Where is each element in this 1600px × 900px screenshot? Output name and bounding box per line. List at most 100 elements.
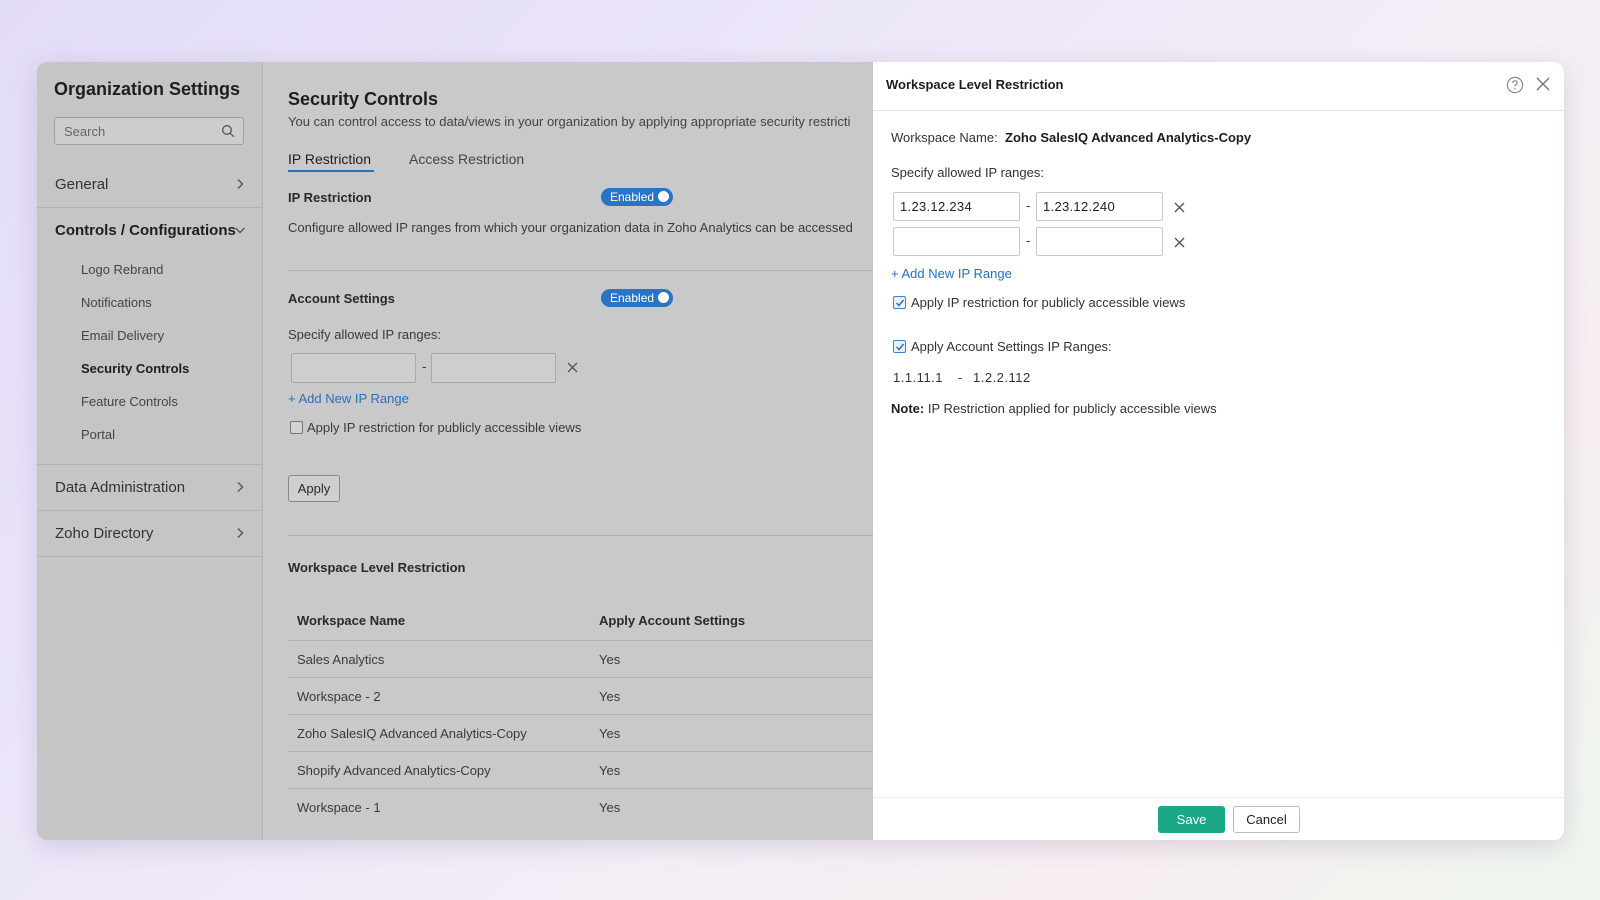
remove-range-icon[interactable]	[567, 362, 578, 373]
sidebar-section-label: Data Administration	[55, 479, 186, 496]
account-range-to: 1.2.2.112	[973, 370, 1031, 385]
ip-range-separator: -	[1026, 233, 1031, 248]
apply-account-settings-cell: Yes	[599, 800, 621, 815]
account-range-from: 1.1.11.1	[893, 370, 944, 385]
ip-range-from-input[interactable]	[893, 227, 1020, 256]
ip-ranges-label: Specify allowed IP ranges:	[288, 327, 441, 342]
apply-account-settings-cell: Yes	[599, 763, 621, 778]
account-settings-label: Account Settings	[288, 291, 395, 306]
toggle-label: Enabled	[610, 291, 655, 305]
sidebar-item-portal[interactable]: Portal	[81, 427, 115, 442]
sidebar-section-label: General	[55, 176, 109, 193]
apply-account-settings-cell: Yes	[599, 652, 621, 667]
ip-range-to-input[interactable]	[1036, 227, 1163, 256]
note: Note: IP Restriction applied for publicl…	[891, 401, 1217, 416]
ip-range-from-input[interactable]	[893, 192, 1020, 221]
workspace-name-cell: Zoho SalesIQ Advanced Analytics-Copy	[297, 726, 527, 741]
toggle-knob	[657, 291, 670, 304]
chevron-right-icon	[237, 179, 244, 189]
active-tab-underline	[288, 170, 374, 172]
ip-range-separator: -	[1026, 198, 1031, 213]
sidebar-section-controls[interactable]: Controls / Configurations	[37, 208, 262, 254]
apply-account-settings-cell: Yes	[599, 689, 621, 704]
note-text: IP Restriction applied for publicly acce…	[927, 401, 1217, 416]
panel-header: Workspace Level Restriction	[873, 62, 1564, 111]
remove-range-icon[interactable]	[1174, 237, 1185, 248]
page-description: You can control access to data/views in …	[288, 114, 851, 129]
sidebar-section-zoho-directory[interactable]: Zoho Directory	[37, 511, 262, 557]
ip-range-to-input[interactable]	[431, 353, 556, 383]
chevron-down-icon	[235, 227, 245, 234]
search-icon[interactable]	[221, 124, 235, 138]
toggle-knob	[657, 190, 670, 203]
checkmark-icon	[895, 299, 905, 307]
table-row[interactable]: Zoho SalesIQ Advanced Analytics-Copy Yes	[288, 714, 873, 752]
public-views-checkbox[interactable]	[893, 296, 906, 309]
account-settings-checkbox[interactable]	[893, 340, 906, 353]
app-window: Organization Settings General Controls /…	[37, 62, 1564, 840]
table-row[interactable]: Sales Analytics Yes	[288, 640, 873, 678]
toggle-label: Enabled	[610, 190, 655, 204]
sidebar-section-general[interactable]: General	[37, 162, 262, 208]
search-box[interactable]	[54, 117, 244, 145]
workspace-name-value: Zoho SalesIQ Advanced Analytics-Copy	[1005, 130, 1252, 145]
column-header-apply-account-settings: Apply Account Settings	[599, 613, 746, 628]
sidebar: Organization Settings General Controls /…	[37, 62, 263, 840]
ip-restriction-label: IP Restriction	[288, 190, 372, 205]
workspace-restriction-panel: Workspace Level Restriction Workspace Na…	[873, 62, 1564, 840]
workspace-name-cell: Shopify Advanced Analytics-Copy	[297, 763, 491, 778]
remove-range-icon[interactable]	[1174, 202, 1185, 213]
panel-title: Workspace Level Restriction	[886, 77, 1064, 92]
ip-restriction-description: Configure allowed IP ranges from which y…	[288, 220, 853, 235]
cancel-button[interactable]: Cancel	[1233, 806, 1300, 833]
save-button[interactable]: Save	[1158, 806, 1225, 833]
section-divider	[288, 270, 873, 271]
table-row[interactable]: Shopify Advanced Analytics-Copy Yes	[288, 751, 873, 789]
sidebar-title: Organization Settings	[54, 79, 241, 99]
sidebar-item-feature-controls[interactable]: Feature Controls	[81, 394, 178, 409]
ip-range-from-input[interactable]	[291, 353, 416, 383]
tab-ip-restriction[interactable]: IP Restriction	[288, 151, 371, 167]
checkmark-icon	[895, 343, 905, 351]
search-input[interactable]	[55, 118, 214, 144]
workspace-name-label: Workspace Name:	[891, 130, 998, 145]
sidebar-section-label: Controls / Configurations	[55, 222, 236, 239]
public-views-checkbox-label: Apply IP restriction for publicly access…	[307, 420, 582, 435]
table-row[interactable]: Workspace - 2 Yes	[288, 677, 873, 715]
workspace-name-cell: Workspace - 1	[297, 800, 381, 815]
help-icon[interactable]	[1506, 76, 1524, 94]
sidebar-item-logo-rebrand[interactable]: Logo Rebrand	[81, 262, 163, 277]
panel-footer: Save Cancel	[873, 797, 1564, 840]
close-icon[interactable]	[1535, 76, 1551, 92]
workspace-name-cell: Sales Analytics	[297, 652, 385, 667]
sidebar-item-notifications[interactable]: Notifications	[81, 295, 152, 310]
table-row[interactable]: Workspace - 1 Yes	[288, 788, 873, 826]
sidebar-section-data-administration[interactable]: Data Administration	[37, 465, 262, 511]
ip-range-to-input[interactable]	[1036, 192, 1163, 221]
workspace-name-cell: Workspace - 2	[297, 689, 381, 704]
apply-button[interactable]: Apply	[288, 475, 340, 502]
sidebar-section-label: Zoho Directory	[55, 525, 154, 542]
sidebar-item-email-delivery[interactable]: Email Delivery	[81, 328, 164, 343]
public-views-checkbox[interactable]	[290, 421, 303, 434]
public-views-checkbox-label: Apply IP restriction for publicly access…	[911, 295, 1186, 310]
tab-access-restriction[interactable]: Access Restriction	[409, 151, 524, 167]
ip-range-separator: -	[422, 359, 427, 374]
apply-account-settings-cell: Yes	[599, 726, 621, 741]
ip-restriction-toggle[interactable]: Enabled	[601, 188, 673, 206]
chevron-right-icon	[237, 528, 244, 538]
note-label: Note:	[891, 401, 925, 416]
account-range-separator: -	[958, 370, 963, 385]
main-content: Security Controls You can control access…	[263, 62, 873, 840]
sidebar-item-security-controls[interactable]: Security Controls	[81, 361, 189, 376]
workspace-restriction-title: Workspace Level Restriction	[288, 560, 466, 575]
section-divider	[288, 535, 873, 536]
account-settings-checkbox-label: Apply Account Settings IP Ranges:	[911, 339, 1112, 354]
ip-ranges-label: Specify allowed IP ranges:	[891, 165, 1044, 180]
column-header-workspace-name: Workspace Name	[297, 613, 406, 628]
add-ip-range-link[interactable]: + Add New IP Range	[288, 391, 409, 406]
account-settings-toggle[interactable]: Enabled	[601, 289, 673, 307]
page-title: Security Controls	[288, 89, 439, 109]
chevron-right-icon	[237, 482, 244, 492]
add-ip-range-link[interactable]: + Add New IP Range	[891, 266, 1012, 281]
